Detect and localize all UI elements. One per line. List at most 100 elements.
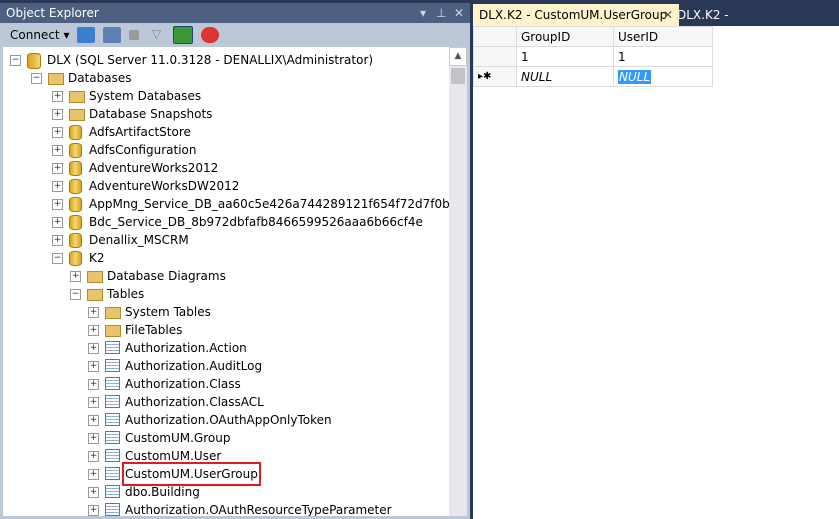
tree-node[interactable]: + AdfsConfiguration	[52, 141, 196, 159]
expand-icon[interactable]: +	[88, 360, 99, 372]
tree-node[interactable]: + Authorization.OAuthAppOnlyToken	[88, 411, 332, 429]
tree-node[interactable]: − Tables	[70, 285, 144, 303]
data-grid: GroupID UserID 1 1 ▸✱ NULL NULL	[473, 26, 713, 87]
tree-node[interactable]: + Authorization.OAuthResourceTypeParamete…	[88, 501, 392, 516]
expand-icon[interactable]: +	[88, 450, 99, 462]
row-indicator[interactable]: ▸✱	[473, 66, 517, 87]
expand-icon[interactable]: +	[52, 126, 63, 138]
tree-node-label: AdventureWorksDW2012	[89, 179, 240, 193]
grid-cell-editing[interactable]: NULL	[613, 66, 713, 87]
object-explorer-tree: − DLX (SQL Server 11.0.3128 - DENALLIX\Ad…	[3, 47, 449, 516]
disconnect-icon[interactable]	[103, 27, 122, 43]
database-icon	[69, 233, 85, 248]
tree-node-label: Authorization.OAuthAppOnlyToken	[125, 413, 332, 427]
connect-button[interactable]: Connect ▾	[10, 28, 69, 42]
tree-node-label: System Databases	[89, 89, 202, 103]
grid-cell[interactable]: NULL	[516, 66, 614, 87]
pin-icon[interactable]: ⊥	[436, 3, 446, 23]
tree-node[interactable]: − K2	[52, 249, 105, 267]
tree-node[interactable]: + AdventureWorksDW2012	[52, 177, 239, 195]
expand-icon[interactable]: +	[88, 414, 99, 426]
dropdown-icon[interactable]: ▾	[420, 3, 426, 23]
tree-node[interactable]: + Authorization.Action	[88, 339, 247, 357]
folder-icon	[87, 269, 103, 283]
grid-row: 1 1	[473, 46, 713, 67]
expand-icon[interactable]: +	[52, 216, 63, 228]
tree-node[interactable]: + AppMng_Service_DB_aa60c5e426a744289121f…	[52, 195, 449, 213]
stop-icon[interactable]	[129, 30, 140, 40]
scroll-thumb[interactable]	[451, 68, 465, 84]
expand-icon[interactable]: +	[52, 144, 63, 156]
column-header[interactable]: GroupID	[516, 26, 614, 47]
tree-node-label: AdfsConfiguration	[89, 143, 197, 157]
tab-customum-group[interactable]: DLX.K2 - CustomUM.Group	[671, 4, 839, 44]
expand-icon[interactable]: +	[88, 486, 99, 498]
database-icon	[69, 215, 85, 230]
expand-icon[interactable]: +	[88, 432, 99, 444]
expand-icon[interactable]: +	[88, 396, 99, 408]
tree-node[interactable]: + Bdc_Service_DB_8b972dbfafb8466599526aaa…	[52, 213, 423, 231]
expand-icon[interactable]: +	[52, 234, 63, 246]
folder-icon	[69, 89, 85, 103]
table-icon	[105, 413, 121, 427]
filter-icon[interactable]: ▽	[147, 27, 165, 43]
collapse-icon[interactable]: −	[70, 288, 81, 300]
tree-node-label: dbo.Building	[125, 485, 200, 499]
expand-icon[interactable]: +	[70, 270, 81, 282]
column-header[interactable]: UserID	[613, 26, 713, 47]
collapse-icon[interactable]: −	[52, 252, 63, 264]
table-icon	[105, 359, 121, 373]
expand-icon[interactable]: +	[88, 378, 99, 390]
expand-icon[interactable]: +	[52, 90, 63, 102]
row-indicator[interactable]	[473, 46, 517, 67]
tree-node[interactable]: + AdventureWorks2012	[52, 159, 218, 177]
tree-node-label: Authorization.ClassACL	[125, 395, 264, 409]
tree-node[interactable]: + Authorization.AuditLog	[88, 357, 262, 375]
expand-icon[interactable]: +	[52, 108, 63, 120]
expand-icon[interactable]: +	[88, 504, 99, 516]
tree-node[interactable]: − DLX (SQL Server 11.0.3128 - DENALLIX\Ad…	[10, 51, 373, 69]
stop-powershell-icon[interactable]	[201, 27, 220, 43]
tree-node[interactable]: − Databases	[31, 69, 132, 87]
expand-icon[interactable]: +	[52, 198, 63, 210]
scroll-up-icon[interactable]: ▲	[449, 47, 467, 66]
table-icon	[105, 431, 121, 445]
close-icon[interactable]: ✕	[454, 3, 464, 23]
tree-node[interactable]: + AdfsArtifactStore	[52, 123, 191, 141]
tree-node[interactable]: + FileTables	[88, 321, 182, 339]
tree-node[interactable]: + System Tables	[88, 303, 211, 321]
tree-node[interactable]: + Database Snapshots	[52, 105, 212, 123]
grid-cell[interactable]: 1	[516, 46, 614, 67]
tree-node-label: Authorization.OAuthResourceTypeParameter	[125, 503, 392, 516]
collapse-icon[interactable]: −	[31, 72, 42, 84]
connect-object-explorer-icon[interactable]	[77, 27, 96, 43]
tree-node[interactable]: + Authorization.ClassACL	[88, 393, 264, 411]
table-icon	[105, 377, 121, 391]
expand-icon[interactable]: +	[88, 342, 99, 354]
folder-icon	[105, 323, 121, 337]
grid-cell[interactable]: 1	[613, 46, 713, 67]
tree-node[interactable]: + Authorization.Class	[88, 375, 241, 393]
tree-node[interactable]: + Database Diagrams	[70, 267, 226, 285]
tree-node-label: Denallix_MSCRM	[89, 233, 189, 247]
vertical-scrollbar[interactable]: ▲	[449, 47, 467, 516]
expand-icon[interactable]: +	[88, 324, 99, 336]
table-icon	[105, 449, 121, 463]
tree-node[interactable]: + dbo.Building	[88, 483, 200, 501]
tree-node[interactable]: + CustomUM.UserGroup	[88, 462, 261, 486]
expand-icon[interactable]: +	[88, 306, 99, 318]
refresh-icon[interactable]	[173, 26, 194, 44]
tree-node[interactable]: + CustomUM.Group	[88, 429, 230, 447]
tree-node[interactable]: + System Databases	[52, 87, 201, 105]
collapse-icon[interactable]: −	[10, 54, 21, 66]
expand-icon[interactable]: +	[52, 180, 63, 192]
tree-node-label: Database Diagrams	[107, 269, 226, 283]
expand-icon[interactable]: +	[52, 162, 63, 174]
tab-customum-usergroup[interactable]: DLX.K2 - CustomUM.UserGroup ✕	[473, 4, 679, 26]
tree-node[interactable]: + CustomUM.User	[88, 447, 221, 465]
folder-icon	[48, 71, 64, 85]
tree-node-label: Authorization.Class	[125, 377, 241, 391]
tree-node[interactable]: + Denallix_MSCRM	[52, 231, 189, 249]
expand-icon[interactable]: +	[88, 468, 99, 480]
database-icon	[69, 125, 85, 140]
